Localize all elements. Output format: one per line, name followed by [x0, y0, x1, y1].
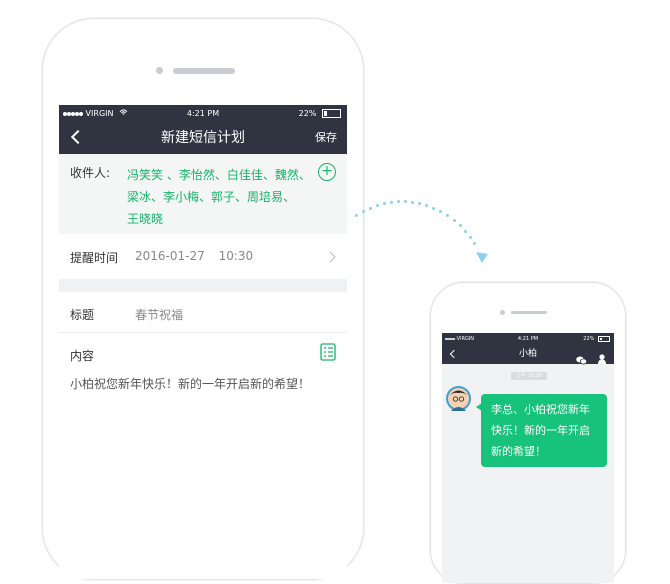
chat-bubbles-icon[interactable] [576, 350, 588, 369]
recipients-list[interactable]: 冯笑笑 、李怡然、白佳佳、魏然、 梁冰、李小梅、郭子、周培易、 王晓晓 [127, 164, 311, 230]
bubble-tail [476, 403, 482, 411]
page-title: 新建短信计划 [161, 130, 245, 146]
reminder-time-label: 提醒时间 [70, 251, 119, 265]
section-divider [59, 279, 347, 292]
phone-frame-right: VIRGIN 4:21 PM 22% 小柏 上午 10:30 李总、小柏祝您新年… [430, 282, 626, 584]
reminder-time-row[interactable]: 提醒时间 2016-01-27 10:30 [59, 234, 347, 279]
arrow-head-icon [474, 249, 490, 268]
content-label: 内容 [70, 349, 95, 363]
save-button[interactable]: 保存 [315, 122, 337, 154]
battery-percent: 22% [298, 109, 317, 118]
status-bar: VIRGIN 4:21 PM 22% [442, 333, 614, 345]
message-line-1: 李总、小柏祝您新年 [491, 403, 590, 416]
recipients-line-3: 王晓晓 [127, 212, 164, 226]
recipients-section: 收件人: 冯笑笑 、李怡然、白佳佳、魏然、 梁冰、李小梅、郭子、周培易、 王晓晓… [59, 154, 347, 234]
recipients-line-1: 冯笑笑 、李怡然、白佳佳、魏然、 [127, 168, 311, 182]
chat-title: 小柏 [518, 349, 537, 359]
reminder-date: 2016-01-27 [135, 249, 205, 263]
content-header-row: 内容 [59, 333, 347, 373]
recipients-label: 收件人: [70, 166, 111, 180]
template-list-icon[interactable] [320, 343, 336, 365]
screen-chat: VIRGIN 4:21 PM 22% 小柏 上午 10:30 李总、小柏祝您新年… [442, 333, 614, 583]
battery-icon [598, 335, 610, 342]
front-camera [156, 67, 163, 74]
battery-icon [322, 109, 341, 118]
status-bar: VIRGIN 4:21 PM 22% [59, 105, 347, 122]
plus-circle-icon[interactable]: + [318, 163, 336, 181]
subject-row[interactable]: 标题 春节祝福 [59, 292, 347, 333]
message-bubble: 李总、小柏祝您新年 快乐！新的一年开启 新的希望！ [476, 394, 607, 467]
battery-percent: 22% [583, 336, 595, 342]
subject-input[interactable]: 春节祝福 [135, 306, 183, 323]
nav-bar: 小柏 [442, 345, 614, 365]
content-textarea[interactable]: 小柏祝您新年快乐！新的一年开启新的希望！ [70, 375, 337, 393]
earpiece-speaker [511, 311, 547, 314]
message-line-2: 快乐！新的一年开启 [491, 424, 590, 437]
earpiece-speaker [173, 68, 235, 74]
nav-bar: 新建短信计划 保存 [59, 122, 347, 154]
subject-label: 标题 [70, 308, 95, 322]
front-camera [500, 310, 505, 315]
reminder-clock: 10:30 [218, 249, 254, 263]
person-icon[interactable] [598, 349, 606, 368]
recipients-line-2: 梁冰、李小梅、郭子、周培易、 [127, 190, 296, 204]
message-line-3: 新的希望！ [491, 445, 546, 458]
screen-new-sms-plan: VIRGIN 4:21 PM 22% 新建短信计划 保存 收件人: 冯笑笑 、李… [59, 105, 347, 579]
message-timestamp: 上午 10:30 [511, 372, 547, 380]
chevron-right-icon [324, 251, 336, 263]
phone-frame-left: VIRGIN 4:21 PM 22% 新建短信计划 保存 收件人: 冯笑笑 、李… [42, 18, 364, 580]
avatar-icon [446, 386, 471, 415]
